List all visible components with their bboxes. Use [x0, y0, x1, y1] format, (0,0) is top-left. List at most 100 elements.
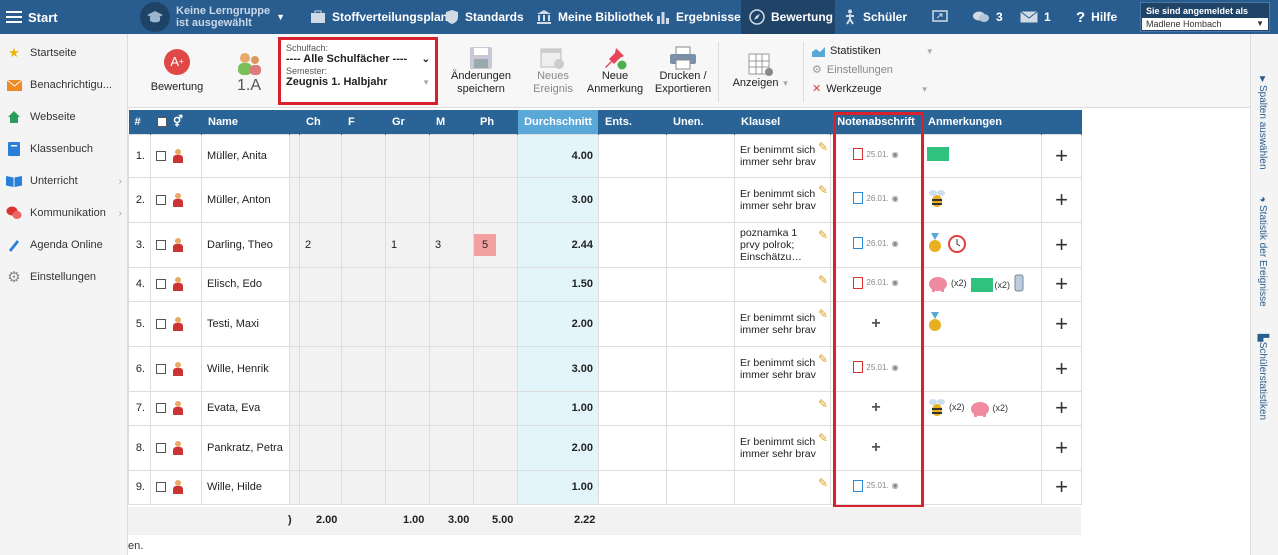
lerngruppe-selector[interactable]: Keine Lerngruppe ist ausgewählt ▼	[140, 0, 285, 34]
add-note-button[interactable]: +	[1047, 435, 1076, 461]
grade-f[interactable]	[341, 133, 386, 178]
ents-cell[interactable]	[598, 300, 667, 347]
grade-ph[interactable]	[473, 176, 518, 223]
col-anmerkungen[interactable]: Anmerkungen	[921, 110, 1042, 134]
help-button[interactable]: ? Hilfe	[1076, 0, 1117, 34]
screen-share-button[interactable]	[932, 0, 948, 34]
pencil-icon[interactable]: ✎	[818, 477, 828, 489]
grade-gr[interactable]: 1	[385, 221, 430, 268]
add-note-button[interactable]: +	[1047, 143, 1076, 169]
grade-f[interactable]	[341, 469, 386, 505]
klausel-cell[interactable]: Er benimmt sich immer sehr brav ✎	[734, 133, 831, 178]
row-checkbox[interactable]	[156, 150, 166, 161]
klausel-cell[interactable]: ✎	[734, 266, 831, 302]
ents-cell[interactable]	[598, 266, 667, 302]
schulfach-select[interactable]: ---- Alle Schulfächer ---- ⌄	[286, 53, 430, 66]
sidebar-item-startseite[interactable]: ★ Startseite	[6, 42, 124, 64]
add-transcript-button[interactable]: +	[836, 315, 916, 333]
row-checkbox[interactable]	[156, 239, 166, 250]
add-note-button[interactable]: +	[1047, 187, 1076, 213]
grade-gr[interactable]	[385, 424, 430, 471]
grade-gr[interactable]	[385, 176, 430, 223]
col-ph[interactable]: Ph	[473, 110, 518, 134]
pencil-icon[interactable]: ✎	[818, 141, 828, 153]
pdf-document-link[interactable]: 26.01. ◉	[853, 192, 899, 204]
row-checkbox[interactable]	[156, 363, 166, 374]
grade-m[interactable]	[429, 390, 474, 426]
klausel-cell[interactable]: ✎	[734, 390, 831, 426]
werkzeuge-menu[interactable]: ✕ Werkzeuge ▼	[812, 80, 934, 99]
pdf-document-link[interactable]: 26.01. ◉	[853, 276, 899, 289]
row-checkbox[interactable]	[156, 318, 166, 329]
klausel-cell[interactable]: poznamka 1 prvy polrok; Einschätzu… ✎	[734, 221, 831, 268]
select-all-checkbox[interactable]	[157, 117, 167, 128]
grade-ch[interactable]	[299, 176, 342, 223]
pencil-icon[interactable]: ✎	[818, 229, 828, 241]
student-name[interactable]: Pankratz, Petra	[201, 424, 290, 471]
einstellungen-menu[interactable]: ⚙ Einstellungen	[812, 61, 934, 80]
grade-ch[interactable]: 2	[299, 221, 342, 268]
student-name[interactable]: Wille, Hilde	[201, 469, 290, 505]
klausel-cell[interactable]: ✎	[734, 469, 831, 505]
unen-cell[interactable]	[666, 424, 735, 471]
klausel-cell[interactable]: Er benimmt sich immer sehr brav ✎	[734, 176, 831, 223]
grade-ch[interactable]	[299, 133, 342, 178]
grade-ph[interactable]	[473, 300, 518, 347]
sidebar-item-unterricht[interactable]: Unterricht ›	[6, 170, 124, 192]
ents-cell[interactable]	[598, 424, 667, 471]
add-note-button[interactable]: +	[1047, 395, 1076, 421]
grade-gr[interactable]	[385, 390, 430, 426]
klausel-cell[interactable]: Er benimmt sich immer sehr brav ✎	[734, 345, 831, 392]
new-event-button[interactable]: Neues Ereignis	[524, 34, 582, 108]
grade-ph[interactable]	[473, 390, 518, 426]
sidebar-item-klassenbuch[interactable]: Klassenbuch	[6, 138, 124, 160]
nav-standards[interactable]: Standards	[445, 0, 524, 34]
unen-cell[interactable]	[666, 133, 735, 178]
klausel-cell[interactable]: Er benimmt sich immer sehr brav ✎	[734, 300, 831, 347]
grade-gr[interactable]	[385, 300, 430, 347]
pencil-icon[interactable]: ✎	[818, 353, 828, 365]
nav-schueler[interactable]: Schüler	[843, 0, 907, 34]
ents-cell[interactable]	[598, 176, 667, 223]
pencil-icon[interactable]: ✎	[818, 398, 828, 410]
grade-ph[interactable]	[473, 424, 518, 471]
pdf-document-link[interactable]: 25.01. ◉	[853, 479, 899, 492]
sidebar-item-agenda-online[interactable]: Agenda Online	[6, 234, 124, 256]
ents-cell[interactable]	[598, 345, 667, 392]
add-note-button[interactable]: +	[1047, 356, 1076, 382]
col-name[interactable]: Name	[201, 110, 290, 134]
statistik-ereignisse-link[interactable]: ◕Statistik der Ereignisse	[1257, 194, 1268, 307]
student-name[interactable]: Elisch, Edo	[201, 266, 290, 302]
sidebar-item-kommunikation[interactable]: Kommunikation ›	[6, 202, 124, 224]
mail-button[interactable]: 1	[1020, 0, 1051, 34]
grade-m[interactable]	[429, 300, 474, 347]
start-menu-button[interactable]: Start	[6, 0, 58, 34]
save-changes-button[interactable]: Änderungen speichern	[446, 34, 516, 108]
grade-m[interactable]: 3	[429, 221, 474, 268]
sidebar-item-benachrichtigungen[interactable]: Benachrichtigu...	[6, 74, 124, 96]
col-klausel[interactable]: Klausel	[734, 110, 831, 134]
col-notenabschrift[interactable]: Notenabschrift	[830, 110, 922, 134]
grade-ph[interactable]: 5	[473, 221, 518, 268]
grade-gr[interactable]	[385, 469, 430, 505]
schuelerstatistiken-link[interactable]: ▙Schülerstatistiken	[1257, 334, 1268, 420]
student-name[interactable]: Wille, Henrik	[201, 345, 290, 392]
student-name[interactable]: Müller, Anita	[201, 133, 290, 178]
grade-f[interactable]	[341, 424, 386, 471]
unen-cell[interactable]	[666, 469, 735, 505]
ents-cell[interactable]	[598, 221, 667, 268]
col-unen[interactable]: Unen.	[666, 110, 735, 134]
anzeigen-button[interactable]: Anzeigen ▼	[725, 34, 797, 108]
grade-m[interactable]	[429, 133, 474, 178]
grade-ch[interactable]	[299, 345, 342, 392]
row-checkbox[interactable]	[156, 442, 166, 453]
new-note-button[interactable]: Neue Anmerkung	[584, 34, 646, 108]
col-f[interactable]: F	[341, 110, 386, 134]
grade-m[interactable]	[429, 469, 474, 505]
col-gr[interactable]: Gr	[385, 110, 430, 134]
unen-cell[interactable]	[666, 176, 735, 223]
grade-ch[interactable]	[299, 300, 342, 347]
grade-ch[interactable]	[299, 266, 342, 302]
semester-select[interactable]: Zeugnis 1. Halbjahr ▼	[286, 76, 430, 89]
unen-cell[interactable]	[666, 266, 735, 302]
